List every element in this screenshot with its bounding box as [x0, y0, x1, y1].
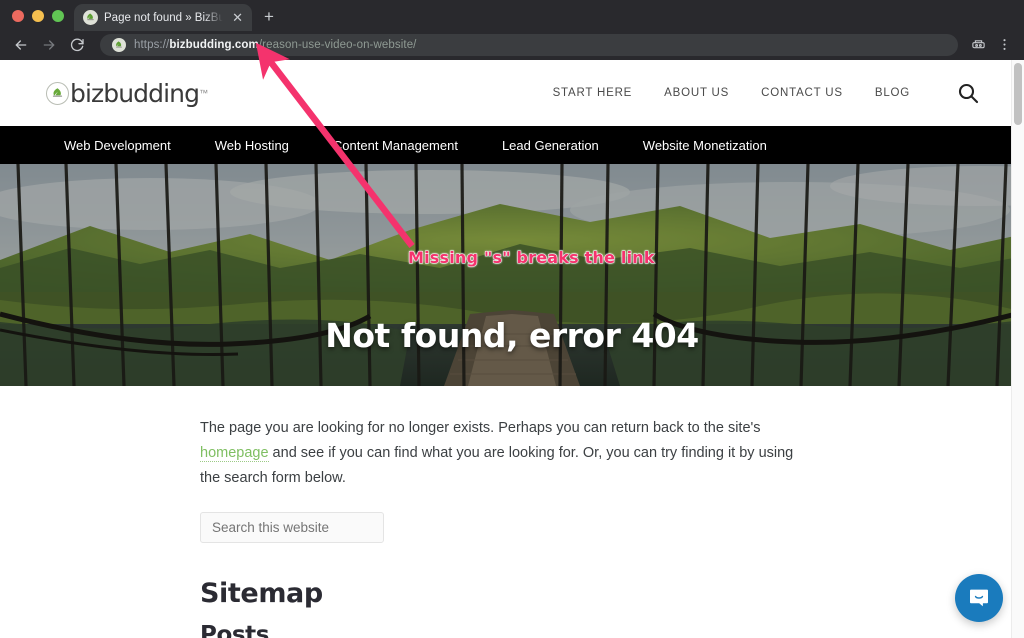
posts-heading: Posts [200, 621, 270, 638]
forward-button[interactable] [36, 33, 62, 57]
browser-window: Page not found » BizBudding I ✕ + [0, 0, 1024, 638]
subnav-item-content-management[interactable]: Content Management [333, 138, 458, 153]
hero-banner: Not found, error 404 [0, 164, 1024, 386]
search-input[interactable] [200, 511, 384, 543]
trademark-mark: ™ [199, 88, 209, 98]
site-header: bizbudding ™ START HERE ABOUT US CONTACT… [0, 60, 1024, 126]
primary-nav: START HERE ABOUT US CONTACT US BLOG [553, 81, 980, 105]
page-viewport: bizbudding ™ START HERE ABOUT US CONTACT… [0, 60, 1024, 638]
chat-bubble-icon [970, 589, 988, 607]
install-app-icon[interactable] [966, 33, 990, 57]
url-scheme: https:// [134, 38, 170, 51]
tab-title: Page not found » BizBudding I [104, 11, 224, 24]
url-text: https://bizbudding.com/reason-use-video-… [134, 39, 416, 51]
main-content: The page you are looking for no longer e… [0, 386, 1024, 638]
tab-strip: Page not found » BizBudding I ✕ + [0, 0, 1024, 31]
secondary-nav: Web Development Web Hosting Content Mana… [0, 126, 1024, 164]
search-form [200, 511, 800, 543]
browser-menu-icon[interactable] [992, 33, 1016, 57]
bizbudding-leaf-favicon [83, 10, 98, 25]
subnav-item-web-development[interactable]: Web Development [64, 138, 171, 153]
sitemap-heading: Sitemap [200, 577, 323, 609]
nav-item-blog[interactable]: BLOG [875, 87, 910, 99]
url-host: bizbudding.com [169, 38, 259, 51]
search-icon[interactable] [956, 81, 980, 105]
nav-item-contact-us[interactable]: CONTACT US [761, 87, 843, 99]
subnav-item-web-hosting[interactable]: Web Hosting [215, 138, 289, 153]
back-button[interactable] [8, 33, 34, 57]
site-logo-text: bizbudding [70, 78, 200, 108]
reload-button[interactable] [64, 33, 90, 57]
error-text-before-link: The page you are looking for no longer e… [200, 420, 761, 436]
browser-chrome: Page not found » BizBudding I ✕ + [0, 0, 1024, 60]
nav-item-start-here[interactable]: START HERE [553, 87, 633, 99]
close-tab-button[interactable]: ✕ [229, 9, 246, 26]
new-tab-button[interactable]: + [252, 8, 284, 31]
page-scrollbar[interactable] [1011, 60, 1024, 638]
page-title: Not found, error 404 [325, 316, 699, 355]
subnav-item-website-monetization[interactable]: Website Monetization [643, 138, 767, 153]
address-bar[interactable]: https://bizbudding.com/reason-use-video-… [100, 33, 958, 56]
window-controls [0, 10, 74, 31]
scrollbar-thumb[interactable] [1014, 63, 1022, 125]
nav-item-about-us[interactable]: ABOUT US [664, 87, 729, 99]
homepage-link[interactable]: homepage [200, 444, 269, 462]
chat-widget-button[interactable] [955, 574, 1003, 622]
subnav-item-lead-generation[interactable]: Lead Generation [502, 138, 599, 153]
url-path: /reason-use-video-on-website/ [258, 38, 417, 51]
error-text-after-link: and see if you can find what you are loo… [200, 444, 794, 486]
minimize-window-button[interactable] [32, 10, 44, 22]
site-logo[interactable]: bizbudding ™ [46, 79, 208, 108]
site-favicon [112, 37, 126, 52]
error-description: The page you are looking for no longer e… [200, 416, 800, 491]
browser-tab[interactable]: Page not found » BizBudding I ✕ [74, 4, 252, 31]
browser-toolbar: https://bizbudding.com/reason-use-video-… [0, 31, 1024, 60]
leaf-logo-icon [46, 81, 69, 105]
maximize-window-button[interactable] [52, 10, 64, 22]
close-window-button[interactable] [12, 10, 24, 22]
